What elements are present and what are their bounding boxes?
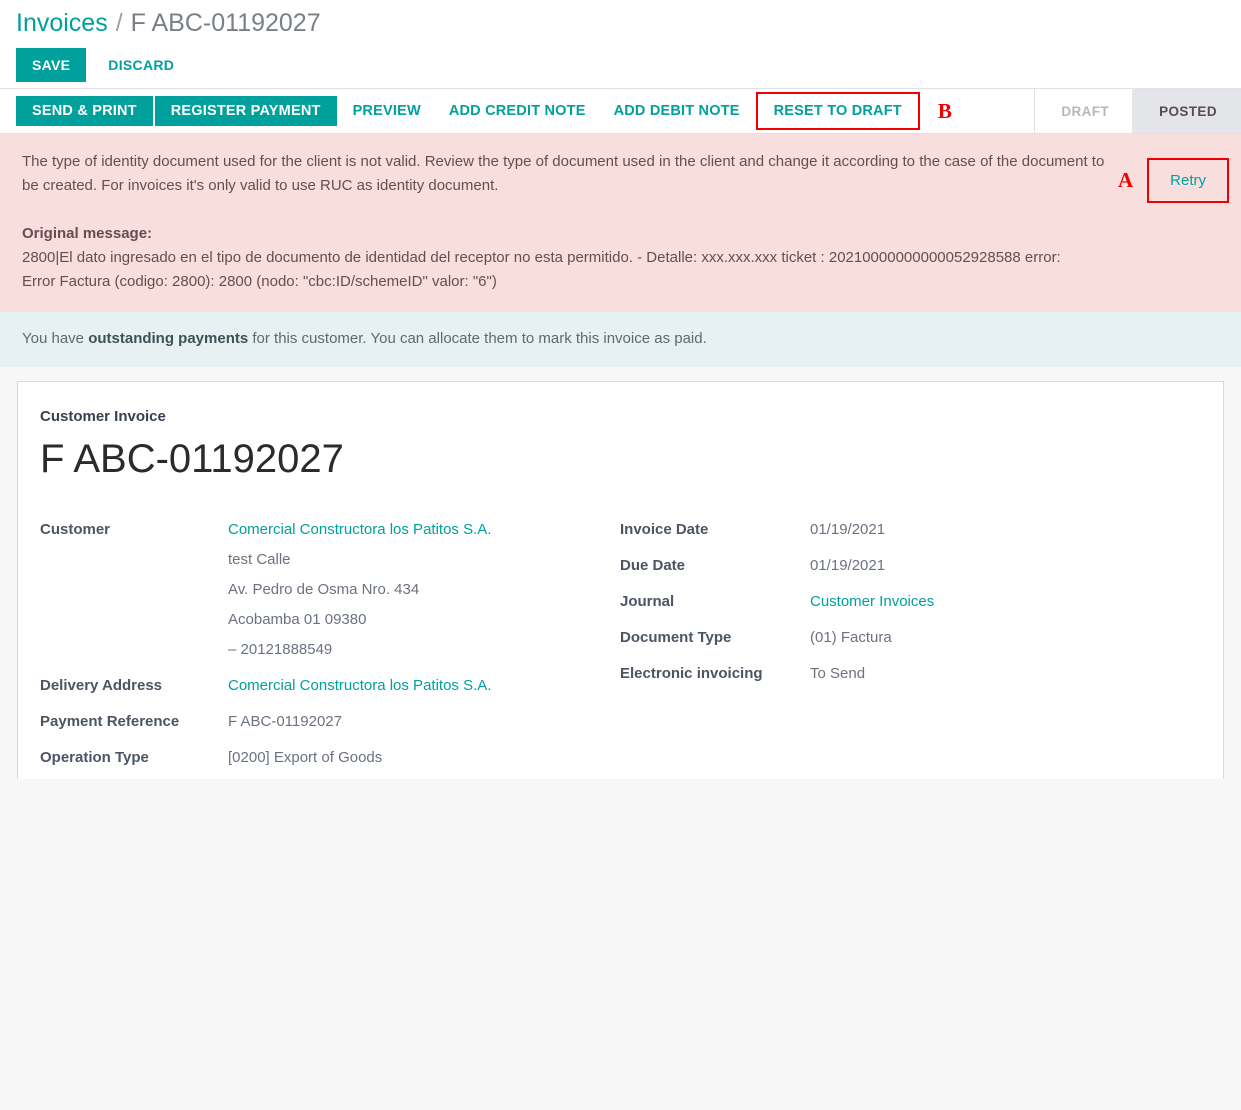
status-stage-draft[interactable]: DRAFT [1035,89,1134,133]
status-stage-posted-label: POSTED [1159,103,1217,119]
field-invoice-date-label: Invoice Date [620,521,709,538]
outstanding-payments-suffix: for this customer. You can allocate them… [248,330,707,347]
save-button[interactable]: SAVE [16,48,87,82]
register-payment-button[interactable]: REGISTER PAYMENT [154,96,337,126]
invoice-sheet: Customer Invoice F ABC-01192027 Customer… [17,381,1224,779]
outstanding-payments-prefix: You have [22,330,89,347]
invoice-field-grid: Customer Comercial Constructora los Pati… [40,515,1201,779]
field-operation-type-value[interactable]: [0200] Export of Goods [228,743,382,773]
error-alert: The type of identity document used for t… [0,134,1241,312]
field-document-type: Document Type (01) Factura [620,623,1201,653]
invoice-left-column: Customer Comercial Constructora los Pati… [40,515,620,779]
field-delivery-address-value[interactable]: Comercial Constructora los Patitos S.A. [228,671,491,701]
field-journal: Journal Customer Invoices [620,587,1201,617]
field-document-type-value[interactable]: (01) Factura [810,623,892,653]
field-due-date: Due Date 01/19/2021 [620,551,1201,581]
error-alert-body: The type of identity document used for t… [0,150,1118,294]
field-delivery-address: Delivery Address Comercial Constructora … [40,671,620,701]
form-page-background: Customer Invoice F ABC-01192027 Customer… [0,367,1241,1110]
customer-address-line-2: Av. Pedro de Osma Nro. 434 [228,581,420,598]
outstanding-payments-alert: You have outstanding payments for this c… [0,312,1241,367]
retry-button[interactable]: Retry [1151,162,1225,199]
field-delivery-address-label: Delivery Address [40,677,163,694]
field-document-type-label: Document Type [620,629,732,646]
field-electronic-invoicing-label: Electronic invoicing [620,665,763,682]
save-discard-bar: SAVE DISCARD [0,38,1241,88]
field-customer: Customer Comercial Constructora los Pati… [40,515,620,665]
preview-button[interactable]: PREVIEW [339,96,435,126]
field-operation-type: Operation Type [0200] Export of Goods [40,743,620,773]
field-invoice-date: Invoice Date 01/19/2021 [620,515,1201,545]
customer-address-line-3: Acobamba 01 09380 [228,611,367,628]
action-buttons: SEND & PRINT REGISTER PAYMENT PREVIEW AD… [0,89,1034,133]
breadcrumb-root-link[interactable]: Invoices [16,8,108,38]
field-customer-value[interactable]: Comercial Constructora los Patitos S.A. [228,515,491,545]
breadcrumb-current: F ABC-01192027 [130,9,321,37]
field-invoice-date-value[interactable]: 01/19/2021 [810,515,885,545]
error-alert-message: The type of identity document used for t… [22,153,1105,194]
field-customer-value-group: Comercial Constructora los Patitos S.A. … [228,515,491,665]
retry-button-highlight: Retry [1147,158,1229,203]
error-alert-original-line-1: 2800|El dato ingresado en el tipo de doc… [22,249,1061,266]
invoice-number-title: F ABC-01192027 [40,437,344,481]
field-payment-reference-label: Payment Reference [40,713,180,730]
annotation-label-a: A [1117,168,1134,192]
action-button-bar: SEND & PRINT REGISTER PAYMENT PREVIEW AD… [0,88,1241,134]
breadcrumb: Invoices / F ABC-01192027 [0,0,1241,38]
status-stage-posted[interactable]: POSTED [1133,89,1241,133]
outstanding-payments-link[interactable]: outstanding payments [88,330,248,347]
annotation-label-b: B [937,98,952,123]
error-alert-actions: A Retry [1117,150,1241,203]
status-stage-draft-label: DRAFT [1061,103,1110,119]
reset-to-draft-button[interactable]: RESET TO DRAFT [755,92,920,130]
invoice-status-bar: DRAFT POSTED [1034,89,1241,133]
field-electronic-invoicing: Electronic invoicing To Send [620,659,1201,689]
field-due-date-label: Due Date [620,557,686,574]
field-due-date-value[interactable]: 01/19/2021 [810,551,885,581]
send-and-print-button[interactable]: SEND & PRINT [16,96,153,126]
customer-address-line-4: – 20121888549 [228,641,333,658]
field-customer-label: Customer [40,521,111,538]
field-operation-type-label: Operation Type [40,749,149,766]
field-payment-reference-value[interactable]: F ABC-01192027 [228,707,342,737]
field-journal-label: Journal [620,593,675,610]
breadcrumb-separator: / [115,8,123,37]
invoice-type-label: Customer Invoice [40,408,166,425]
discard-button[interactable]: DISCARD [92,48,190,82]
field-journal-value[interactable]: Customer Invoices [810,587,934,617]
add-debit-note-button[interactable]: ADD DEBIT NOTE [600,96,754,126]
field-payment-reference: Payment Reference F ABC-01192027 [40,707,620,737]
invoice-right-column: Invoice Date 01/19/2021 Due Date 01/19/2… [620,515,1201,695]
field-electronic-invoicing-value[interactable]: To Send [810,659,865,689]
error-alert-original-line-2: Error Factura (codigo: 2800): 2800 (nodo… [22,273,497,290]
error-alert-original-title: Original message: [22,225,153,242]
customer-address-line-1: test Calle [228,551,291,568]
add-credit-note-button[interactable]: ADD CREDIT NOTE [435,96,600,126]
